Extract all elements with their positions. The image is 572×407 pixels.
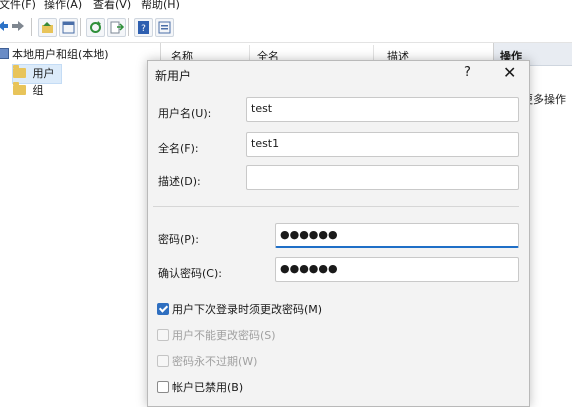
description-label: 描述(D): — [158, 175, 201, 188]
forward-arrow-icon[interactable] — [12, 21, 24, 31]
must-change-password-checkbox[interactable]: 用户下次登录时须更改密码(M) — [157, 301, 322, 317]
up-folder-icon[interactable] — [38, 18, 57, 37]
close-icon[interactable]: ✕ — [503, 63, 516, 82]
username-label: 用户名(U): — [158, 107, 212, 120]
divider — [153, 206, 519, 207]
account-disabled-label: 帐户已禁用(B) — [172, 381, 244, 394]
new-user-dialog: 新用户 ? ✕ 用户名(U): test 全名(F): test1 描述(D):… — [147, 60, 530, 407]
menu-action[interactable]: 操作(A) — [44, 0, 82, 11]
tree-item-users[interactable]: 用户 — [12, 64, 62, 84]
checkbox-icon — [157, 329, 169, 341]
menu-file[interactable]: 文件(F) — [0, 0, 36, 11]
password-field[interactable]: ●●●●●● — [275, 223, 519, 248]
tree-item-users-label: 用户 — [32, 67, 55, 80]
password-never-expires-label: 密码永不过期(W) — [172, 355, 258, 368]
password-label: 密码(P): — [158, 233, 199, 246]
cannot-change-password-label: 用户不能更改密码(S) — [172, 329, 276, 342]
properties-icon[interactable] — [155, 18, 174, 37]
svg-text:?: ? — [141, 24, 146, 34]
computer-icon — [0, 48, 9, 59]
menubar: 文件(F) 操作(A) 查看(V) 帮助(H) — [0, 0, 572, 12]
menu-help[interactable]: 帮助(H) — [141, 0, 180, 11]
show-hide-tree-icon[interactable] — [59, 18, 78, 37]
account-disabled-checkbox[interactable]: 帐户已禁用(B) — [157, 379, 243, 395]
dialog-title: 新用户 — [155, 69, 192, 83]
username-field[interactable]: test — [246, 97, 519, 122]
checkbox-icon — [157, 381, 169, 393]
folder-icon — [13, 65, 26, 78]
tree-item-groups[interactable]: 组 — [13, 82, 44, 100]
toolbar: ? — [0, 12, 572, 43]
help-button[interactable]: ? — [464, 65, 471, 80]
password-never-expires-checkbox[interactable]: 密码永不过期(W) — [157, 353, 257, 369]
cannot-change-password-checkbox[interactable]: 用户不能更改密码(S) — [157, 327, 276, 343]
fullname-label: 全名(F): — [158, 142, 199, 155]
tree-pane: 本地用户和组(本地) 用户 组 — [0, 43, 161, 400]
description-field[interactable] — [246, 165, 519, 190]
tree-root[interactable]: 本地用户和组(本地) — [0, 46, 109, 64]
checkbox-checked-icon — [157, 303, 169, 315]
refresh-icon[interactable] — [86, 18, 105, 37]
confirm-password-label: 确认密码(C): — [158, 267, 222, 280]
menu-view[interactable]: 查看(V) — [93, 0, 131, 11]
tree-item-groups-label: 组 — [32, 84, 44, 97]
back-arrow-icon[interactable] — [0, 21, 8, 31]
export-list-icon[interactable] — [107, 18, 126, 37]
fullname-field[interactable]: test1 — [246, 132, 519, 157]
confirm-password-field[interactable]: ●●●●●● — [275, 257, 519, 282]
folder-icon — [13, 82, 26, 95]
help-icon[interactable]: ? — [134, 18, 153, 37]
tree-root-label: 本地用户和组(本地) — [12, 48, 109, 61]
must-change-password-label: 用户下次登录时须更改密码(M) — [172, 303, 323, 316]
checkbox-icon — [157, 355, 169, 367]
